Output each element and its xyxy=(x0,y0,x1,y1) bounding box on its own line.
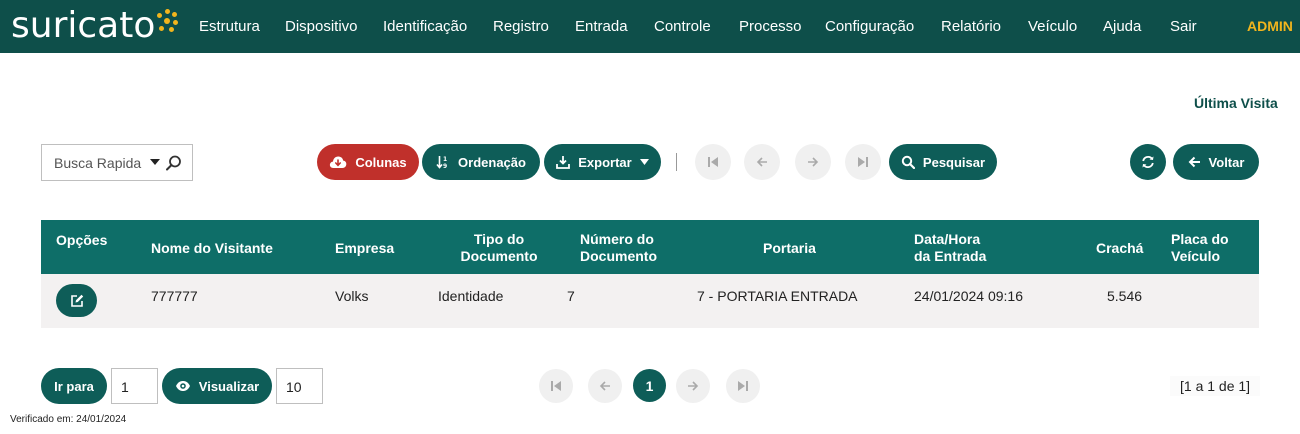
verified-date: Verificado em: 24/01/2024 xyxy=(10,414,127,425)
cell-data-hora: 24/01/2024 09:16 xyxy=(914,288,1023,304)
bottom-last-page-button[interactable] xyxy=(726,369,760,403)
colunas-button[interactable]: Colunas xyxy=(317,144,419,180)
header-tipo-documento-line1: Tipo do xyxy=(473,231,525,247)
edit-button[interactable] xyxy=(56,284,97,317)
last-page-icon xyxy=(858,157,868,167)
header-portaria[interactable]: Portaria xyxy=(763,240,816,257)
voltar-button[interactable]: Voltar xyxy=(1173,144,1259,180)
menu-registro[interactable]: Registro xyxy=(493,18,549,35)
menu-entrada[interactable]: Entrada xyxy=(575,18,628,35)
header-opcoes[interactable]: Opções xyxy=(56,232,107,249)
header-cracha[interactable]: Crachá xyxy=(1096,240,1143,257)
arrow-left-icon xyxy=(599,381,610,391)
arrow-left-icon xyxy=(756,157,767,167)
caret-down-icon[interactable] xyxy=(150,159,160,165)
download-icon xyxy=(556,156,571,169)
arrow-right-icon xyxy=(688,381,699,391)
header-placa-line1: Placa do xyxy=(1171,231,1229,247)
header-placa-veiculo[interactable]: Placa do Veículo xyxy=(1171,231,1229,265)
menu-dispositivo[interactable]: Dispositivo xyxy=(285,18,358,35)
table-header: Opções Nome do Visitante Empresa Tipo do… xyxy=(41,220,1259,274)
previous-page-button[interactable] xyxy=(744,144,780,180)
refresh-icon xyxy=(1142,156,1154,168)
menu-configuracao[interactable]: Configuração xyxy=(825,18,914,35)
user-name[interactable]: ADMIN xyxy=(1247,18,1293,34)
ordenacao-label: Ordenação xyxy=(458,154,526,170)
colunas-label: Colunas xyxy=(355,154,407,170)
menu-controle[interactable]: Controle xyxy=(654,18,711,35)
last-page-icon xyxy=(738,381,748,391)
header-placa-line2: Veículo xyxy=(1171,248,1221,264)
bottom-previous-page-button[interactable] xyxy=(588,369,622,403)
ordenacao-button[interactable]: 1 9 Ordenação xyxy=(422,144,540,180)
busca-rapida-select[interactable]: Busca Rapida xyxy=(41,144,193,181)
edit-icon xyxy=(70,294,83,307)
ir-para-label: Ir para xyxy=(54,378,94,394)
next-page-button[interactable] xyxy=(795,144,831,180)
menu-ajuda[interactable]: Ajuda xyxy=(1103,18,1141,35)
first-page-icon xyxy=(551,381,561,391)
caret-down-icon xyxy=(639,159,649,165)
visualizar-label: Visualizar xyxy=(198,378,260,394)
last-page-button[interactable] xyxy=(845,144,881,180)
per-page-input[interactable]: 10 xyxy=(276,368,323,404)
header-nome-visitante[interactable]: Nome do Visitante xyxy=(151,240,273,257)
cell-empresa: Volks xyxy=(335,288,369,304)
menu-relatorio[interactable]: Relatório xyxy=(941,18,1001,35)
table-row[interactable]: 777777 Volks Identidade 7 7 - PORTARIA E… xyxy=(41,274,1259,328)
cell-cracha: 5.546 xyxy=(1107,288,1143,304)
pesquisar-button[interactable]: Pesquisar xyxy=(889,144,997,180)
sort-icon: 1 9 xyxy=(436,156,447,169)
cell-tipo-documento: Identidade xyxy=(438,288,504,304)
first-page-button[interactable] xyxy=(695,144,731,180)
header-numero-documento-line1: Número do xyxy=(580,231,654,247)
svg-text:1: 1 xyxy=(443,156,447,163)
header-numero-documento[interactable]: Número do Documento xyxy=(580,231,657,265)
menu-veiculo[interactable]: Veículo xyxy=(1028,18,1077,35)
refresh-button[interactable] xyxy=(1130,144,1166,180)
header-numero-documento-line2: Documento xyxy=(580,248,657,264)
exportar-dropdown-button[interactable]: Exportar xyxy=(544,144,661,180)
header-tipo-documento[interactable]: Tipo do Documento xyxy=(450,231,548,265)
busca-rapida-label: Busca Rapida xyxy=(54,155,142,171)
arrow-left-icon xyxy=(1188,156,1200,168)
cell-portaria: 7 - PORTARIA ENTRADA xyxy=(697,288,858,304)
header-data-line1: Data/Hora xyxy=(914,231,981,247)
menu-identificacao[interactable]: Identificação xyxy=(383,18,467,35)
header-data-hora-entrada[interactable]: Data/Hora da Entrada xyxy=(914,231,986,265)
voltar-label: Voltar xyxy=(1208,154,1245,170)
menu-processo[interactable]: Processo xyxy=(739,18,802,35)
bottom-first-page-button[interactable] xyxy=(539,369,573,403)
visualizar-button[interactable]: Visualizar xyxy=(162,368,272,404)
eye-icon xyxy=(175,381,190,391)
cloud-download-icon xyxy=(330,156,347,168)
pesquisar-label: Pesquisar xyxy=(922,154,986,170)
toolbar-divider xyxy=(676,153,677,171)
header-data-line2: da Entrada xyxy=(914,248,987,264)
svg-text:9: 9 xyxy=(443,163,447,169)
record-count: [1 a 1 de 1] xyxy=(1170,376,1261,396)
ultima-visita-link[interactable]: Última Visita xyxy=(1194,95,1278,111)
menu-sair[interactable]: Sair xyxy=(1170,18,1197,35)
top-navigation-bar: suricato Estrutura Dispositivo Identific… xyxy=(0,0,1300,53)
first-page-icon xyxy=(708,157,718,167)
search-icon xyxy=(901,155,915,169)
header-empresa[interactable]: Empresa xyxy=(335,240,394,257)
header-tipo-documento-line2: Documento xyxy=(460,248,538,264)
arrow-right-icon xyxy=(808,157,819,167)
search-icon[interactable] xyxy=(165,154,183,172)
page-number-input[interactable]: 1 xyxy=(111,368,158,404)
cell-numero-documento: 7 xyxy=(567,288,575,304)
bottom-next-page-button[interactable] xyxy=(676,369,710,403)
ir-para-button[interactable]: Ir para xyxy=(41,368,107,404)
current-page-button[interactable]: 1 xyxy=(633,369,666,402)
main-menu: Estrutura Dispositivo Identificação Regi… xyxy=(0,0,1300,53)
menu-estrutura[interactable]: Estrutura xyxy=(199,18,260,35)
cell-nome: 777777 xyxy=(151,288,198,304)
exportar-label: Exportar xyxy=(578,154,632,170)
